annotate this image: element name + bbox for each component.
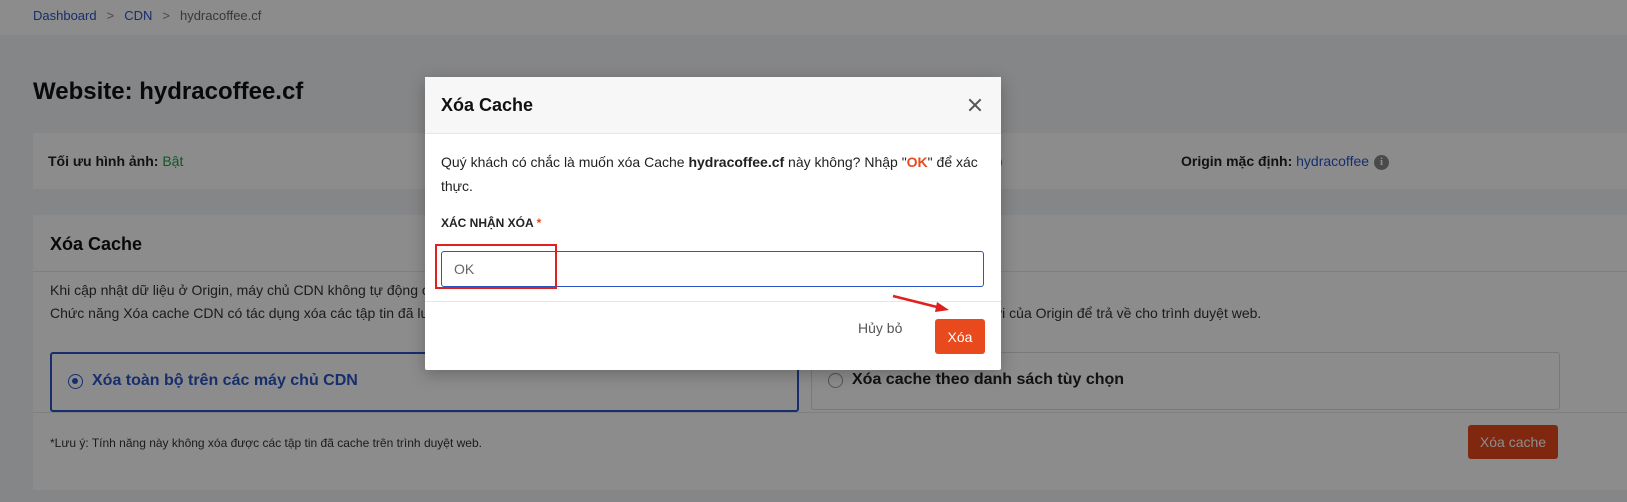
modal-title: Xóa Cache <box>441 95 534 115</box>
message-domain: hydracoffee.cf <box>688 154 785 170</box>
clear-cache-modal: Xóa Cache Quý khách có chắc là muốn xóa … <box>425 77 1001 370</box>
cancel-button[interactable]: Hủy bỏ <box>858 320 902 336</box>
confirm-field-label: XÁC NHẬN XÓA * <box>441 216 541 230</box>
annotation-highlight-box <box>435 244 557 289</box>
required-mark: * <box>536 216 542 230</box>
message-text: Quý khách có chắc là muốn xóa Cache <box>441 154 689 170</box>
close-icon[interactable] <box>963 93 987 117</box>
delete-button[interactable]: Xóa <box>935 319 985 354</box>
modal-header: Xóa Cache <box>425 77 1001 134</box>
message-text: này không? Nhập " <box>784 154 907 170</box>
annotation-arrow-icon <box>892 294 949 312</box>
confirm-label-text: XÁC NHẬN XÓA <box>441 216 534 230</box>
modal-message: Quý khách có chắc là muốn xóa Cache hydr… <box>441 150 981 198</box>
message-ok-keyword: OK <box>906 154 928 170</box>
